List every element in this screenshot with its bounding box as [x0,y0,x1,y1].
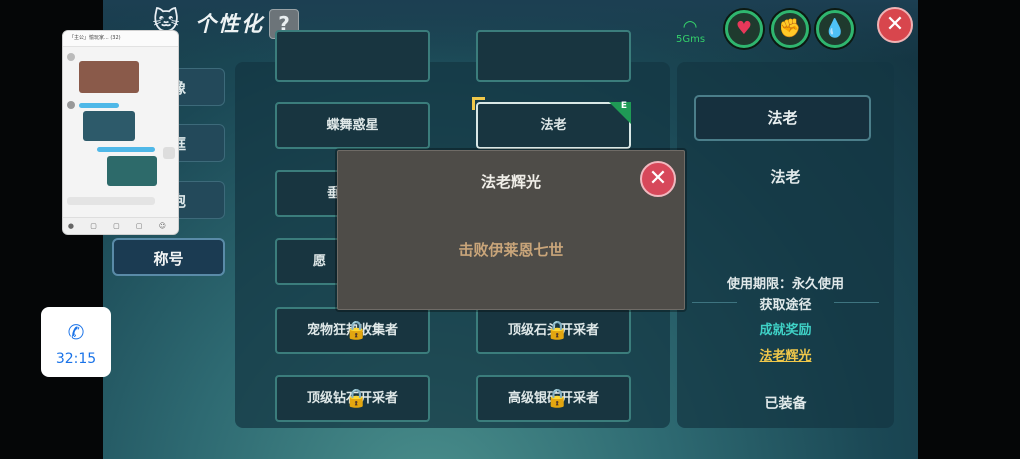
network-label: 5Gms [676,34,706,45]
divider-right [834,302,879,303]
chat-image-message[interactable] [107,156,157,186]
tab-title[interactable]: 称号 [112,238,225,276]
network-indicator: ◠ 5Gms [676,17,706,46]
title-preview-text: 法老 [770,168,801,186]
water-drop-icon[interactable]: 💧 [816,10,854,48]
source-label: 获取途径 [759,298,812,313]
chat-image-message[interactable] [79,61,139,93]
lock-icon: 🔒 [345,320,368,341]
selection-corner [472,97,485,110]
source-type: 成就奖励 [759,323,812,338]
title-cell-partial[interactable] [275,30,430,82]
divider-left [692,302,737,303]
chat-input-bar[interactable] [67,197,155,205]
usage-period: 使用期限：永久使用 [726,277,844,292]
chat-overlay-header: 「主公」愉玩家... (32) [63,31,178,47]
title-cell-selected[interactable]: 法老 E [476,101,631,149]
close-button[interactable]: ✕ [877,7,913,43]
title-cell-locked[interactable]: 顶级石头开采者 🔒 [476,307,631,354]
popup-description: 击败伊莱恩七世 [458,241,564,259]
equipped-badge-letter: E [620,101,627,111]
lock-icon: 🔒 [546,388,569,409]
chat-text-message [79,103,119,108]
chat-overlay-window[interactable]: 「主公」愉玩家... (32) ● ▢ ▢ ▢ ☺ ⊕ [62,30,179,235]
title-cell-locked[interactable]: 宠物狂热收集者 🔒 [275,307,430,354]
call-floating-window[interactable]: ✆ 32:15 [41,307,111,377]
popup-close-button[interactable]: ✕ [640,161,676,197]
popup-title: 法老辉光 [480,173,541,191]
chat-avatar [67,53,75,61]
stamina-icon[interactable]: ✊ [771,10,809,48]
title-cell-locked[interactable]: 顶级钻石开采者 🔒 [275,375,430,422]
title-cell-partial[interactable] [476,30,631,82]
chat-text-message [97,147,155,152]
chat-image-message[interactable] [83,111,135,141]
heart-icon[interactable]: ♥ [725,10,763,48]
phone-icon: ✆ [67,320,85,344]
chat-avatar [67,101,75,109]
lock-icon: 🔒 [345,388,368,409]
title-cell-locked[interactable]: 高级银矿开采者 🔒 [476,375,631,422]
title-info-popup: 法老辉光 ✕ 击败伊莱恩七世 [337,150,685,310]
selected-title-box: 法老 [694,95,871,141]
game-screen: 🐱 个性化 ? ◠ 5Gms ♥ ✊ 💧 ✕ 像 框 气泡 称号 蝶舞惑星 法老… [103,0,918,459]
chat-avatar [163,147,175,159]
source-link[interactable]: 法老辉光 [677,345,894,364]
title-detail-panel: 法老 法老 使用期限：永久使用 获取途径 成就奖励 法老辉光 已装备 [677,62,894,428]
call-timer: 32:15 [55,351,97,367]
equip-status: 已装备 [764,396,807,412]
page-title: 个性化 [195,12,264,36]
lock-icon: 🔒 [546,320,569,341]
wifi-icon: ◠ [682,17,698,37]
chat-toolbar: ● ▢ ▢ ▢ ☺ ⊕ [63,217,178,234]
title-cell[interactable]: 蝶舞惑星 [275,102,430,149]
title-cell-label: 法老 [540,118,567,133]
